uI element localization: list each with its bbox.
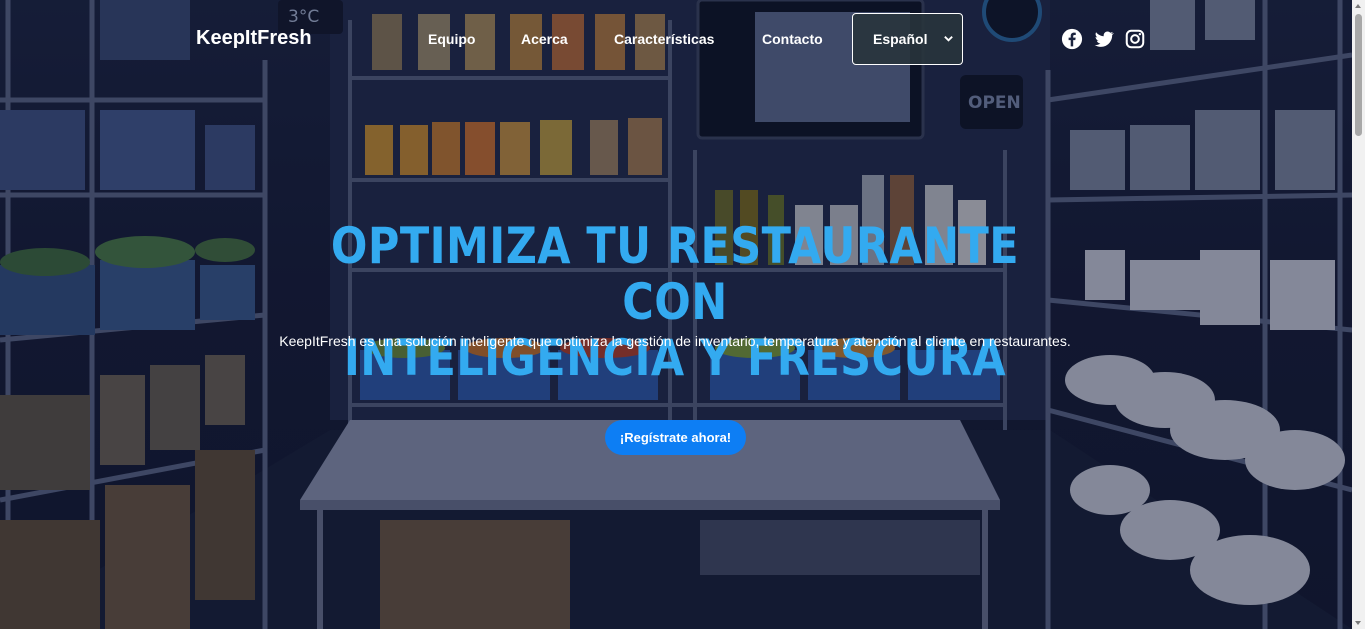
scrollbar-thumb[interactable] — [1355, 14, 1362, 136]
brand-logo[interactable]: KeepItFresh — [196, 27, 312, 50]
scroll-down-arrow-icon[interactable] — [1355, 621, 1361, 625]
landing-page: 3°C OPEN KeepItFresh Equipo Acerca Carac… — [0, 0, 1365, 629]
facebook-icon[interactable] — [1061, 28, 1083, 50]
language-select-value: Español — [873, 31, 928, 47]
nav-link-equipo[interactable]: Equipo — [428, 31, 475, 47]
hero-title: OPTIMIZA TU RESTAURANTE CON INTELIGENCIA… — [292, 218, 1057, 386]
hero-title-line-1: OPTIMIZA TU RESTAURANTE CON — [330, 217, 1020, 331]
scroll-up-arrow-icon[interactable] — [1355, 4, 1361, 8]
chevron-down-icon — [944, 36, 953, 42]
instagram-icon[interactable] — [1124, 28, 1146, 50]
nav-link-acerca[interactable]: Acerca — [521, 31, 568, 47]
language-select[interactable]: Español — [852, 13, 963, 65]
nav-link-caracteristicas[interactable]: Características — [614, 31, 714, 47]
twitter-icon[interactable] — [1093, 28, 1115, 50]
register-button[interactable]: ¡Regístrate ahora! — [605, 420, 746, 455]
nav-link-contacto[interactable]: Contacto — [762, 31, 823, 47]
hero-subtitle: KeepItFresh es una solución inteligente … — [279, 333, 1071, 349]
navbar: KeepItFresh Equipo Acerca Característica… — [0, 13, 1352, 65]
page-scrollbar[interactable] — [1352, 0, 1365, 629]
